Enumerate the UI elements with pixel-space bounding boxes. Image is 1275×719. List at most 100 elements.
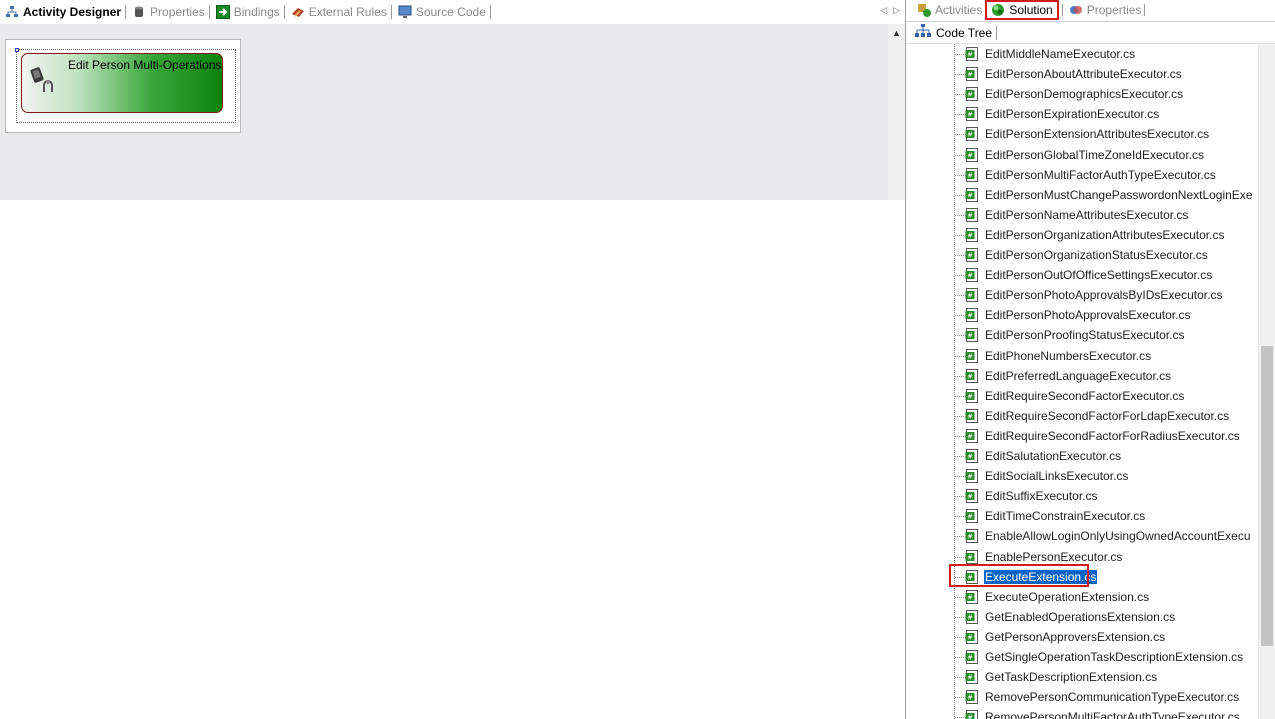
tree-item[interactable]: # EditPersonExpirationExecutor.cs [906, 104, 1258, 124]
tab-source-code[interactable]: Source Code [395, 0, 494, 24]
tree-item[interactable]: # EditPersonGlobalTimeZoneIdExecutor.cs [906, 145, 1258, 165]
scroll-left-icon[interactable]: ◁ [880, 5, 887, 16]
tree-item[interactable]: # EnableAllowLoginOnlyUsingOwnedAccountEx… [906, 526, 1258, 546]
svg-text:#: # [967, 252, 973, 260]
svg-text:#: # [967, 373, 973, 381]
scroll-up-icon[interactable]: ▲ [892, 28, 901, 38]
tree-item-label: EditPersonExtensionAttributesExecutor.cs [985, 127, 1210, 141]
csharp-file-icon: # [965, 429, 979, 443]
tree-item[interactable]: # EditPersonExtensionAttributesExecutor.c… [906, 124, 1258, 144]
code-tree: # EditMiddleNameExecutor.cs # EditPersonAbo… [906, 44, 1258, 719]
tree-item[interactable]: # GetSingleOperationTaskDescriptionExtens… [906, 647, 1258, 667]
svg-text:#: # [967, 353, 973, 361]
tree-item[interactable]: # EditPhoneNumbersExecutor.cs [906, 346, 1258, 366]
tree-item[interactable]: # EditPersonPhotoApprovalsExecutor.cs [906, 305, 1258, 325]
tree-item[interactable]: # EditPersonMustChangePasswordonNextLogin… [906, 185, 1258, 205]
tree-item[interactable]: # EditMiddleNameExecutor.cs [906, 44, 1258, 64]
svg-text:#: # [967, 393, 973, 401]
svg-text:#: # [967, 674, 973, 682]
tree-item[interactable]: # EditTimeConstrainExecutor.cs [906, 506, 1258, 526]
tree-item[interactable]: # ExecuteOperationExtension.cs [906, 587, 1258, 607]
svg-text:#: # [967, 292, 973, 300]
svg-text:#: # [967, 614, 973, 622]
tab-solution[interactable]: Solution [985, 0, 1059, 20]
tree-item-label: RemovePersonMultiFactorAuthTypeExecutor.… [985, 710, 1240, 719]
svg-text:#: # [967, 513, 973, 521]
tree-item[interactable]: # EditPersonProofingStatusExecutor.cs [906, 325, 1258, 345]
tree-item[interactable]: # RemovePersonMultiFactorAuthTypeExecutor… [906, 707, 1258, 719]
workflow-icon [5, 5, 19, 19]
activity-container[interactable]: Edit Person Multi-Operations [5, 39, 241, 133]
tree-item[interactable]: # EditRequireSecondFactorExecutor.cs [906, 386, 1258, 406]
tab-properties-right[interactable]: Properties [1066, 0, 1152, 19]
activity-selection-border: Edit Person Multi-Operations [15, 48, 236, 123]
selection-handle[interactable] [15, 48, 19, 52]
tree-item[interactable]: # EditRequireSecondFactorForRadiusExecuto… [906, 426, 1258, 446]
svg-text:#: # [967, 714, 973, 719]
tab-properties[interactable]: Properties [129, 0, 213, 24]
tree-item[interactable]: # EditSalutationExecutor.cs [906, 446, 1258, 466]
tree-item-label: EditPersonProofingStatusExecutor.cs [985, 328, 1185, 342]
csharp-file-icon: # [965, 610, 979, 624]
tree-item-label: GetSingleOperationTaskDescriptionExtensi… [985, 650, 1244, 664]
csharp-file-icon: # [965, 168, 979, 182]
csharp-file-icon: # [965, 228, 979, 242]
tree-item-label: EditPersonNameAttributesExecutor.cs [985, 208, 1189, 222]
svg-text:#: # [967, 453, 973, 461]
svg-text:#: # [967, 694, 973, 702]
activity-edit-person-multi-operations[interactable]: Edit Person Multi-Operations [21, 53, 223, 113]
tree-item[interactable]: # EditPersonPhotoApprovalsByIDsExecutor.c… [906, 285, 1258, 305]
activity-designer-pane: Activity Designer Properties Bindings Ex… [0, 0, 906, 719]
tab-label: External Rules [308, 5, 387, 19]
svg-text:#: # [967, 272, 973, 280]
tree-item[interactable]: # RemovePersonCommunicationTypeExecutor.c… [906, 687, 1258, 707]
scroll-right-icon[interactable]: ▷ [893, 5, 900, 16]
solution-pane: Activities Solution Properties Code Tree… [906, 0, 1275, 719]
scrollbar-thumb[interactable] [1261, 346, 1273, 646]
tab-label: Solution [1009, 3, 1053, 17]
tab-bindings[interactable]: Bindings [213, 0, 288, 24]
tree-item[interactable]: # EditSuffixExecutor.cs [906, 486, 1258, 506]
tree-item[interactable]: # EditPersonOrganizationStatusExecutor.cs [906, 245, 1258, 265]
csharp-file-icon: # [965, 550, 979, 564]
tree-item[interactable]: # EditPersonAboutAttributeExecutor.cs [906, 64, 1258, 84]
designer-vertical-scrollbar[interactable]: ▲ [888, 24, 906, 200]
tree-item[interactable]: # EditPersonOutOfOfficeSettingsExecutor.c… [906, 265, 1258, 285]
tree-item-label: EditMiddleNameExecutor.cs [985, 47, 1136, 61]
tree-item[interactable]: # GetEnabledOperationsExtension.cs [906, 607, 1258, 627]
tree-item[interactable]: # EditPersonMultiFactorAuthTypeExecutor.c… [906, 165, 1258, 185]
tree-item-label: EditPersonExpirationExecutor.cs [985, 107, 1160, 121]
csharp-file-icon: # [965, 349, 979, 363]
svg-text:#: # [967, 332, 973, 340]
code-tree-scrollbar[interactable] [1258, 44, 1275, 719]
tree-item[interactable]: # EditSocialLinksExecutor.cs [906, 466, 1258, 486]
tab-external-rules[interactable]: External Rules [288, 0, 395, 24]
tree-item[interactable]: # GetTaskDescriptionExtension.cs [906, 667, 1258, 687]
tree-item[interactable]: # EditPersonOrganizationAttributesExecuto… [906, 225, 1258, 245]
tree-item-label: EditPersonDemographicsExecutor.cs [985, 87, 1184, 101]
tree-item[interactable]: # EditPreferredLanguageExecutor.cs [906, 366, 1258, 386]
properties-icon [1069, 3, 1083, 17]
tree-item[interactable]: # EditRequireSecondFactorForLdapExecutor.… [906, 406, 1258, 426]
csharp-file-icon: # [965, 127, 979, 141]
tree-item-label: EditPersonMustChangePasswordonNextLoginE… [985, 188, 1253, 202]
csharp-file-icon: # [965, 67, 979, 81]
green-arrow-icon [215, 5, 230, 19]
csharp-file-icon: # [965, 369, 979, 383]
tree-item-label: EditPersonAboutAttributeExecutor.cs [985, 67, 1182, 81]
svg-text:#: # [967, 312, 973, 320]
tree-item[interactable]: # EditPersonDemographicsExecutor.cs [906, 84, 1258, 104]
tab-activities[interactable]: Activities [914, 0, 985, 19]
tab-activity-designer[interactable]: Activity Designer [2, 0, 129, 24]
svg-text:#: # [967, 654, 973, 662]
tree-item[interactable]: # EditPersonNameAttributesExecutor.cs [906, 205, 1258, 225]
activity-person-icon [30, 62, 60, 97]
rules-icon [291, 5, 305, 19]
csharp-file-icon: # [965, 670, 979, 684]
tree-item-label: EditPersonOrganizationStatusExecutor.cs [985, 248, 1208, 262]
csharp-file-icon: # [965, 328, 979, 342]
tab-code-tree[interactable]: Code Tree [906, 21, 1275, 44]
tree-item[interactable]: # GetPersonApproversExtension.cs [906, 627, 1258, 647]
svg-text:#: # [967, 232, 973, 240]
designer-canvas[interactable]: Edit Person Multi-Operations [0, 24, 888, 200]
